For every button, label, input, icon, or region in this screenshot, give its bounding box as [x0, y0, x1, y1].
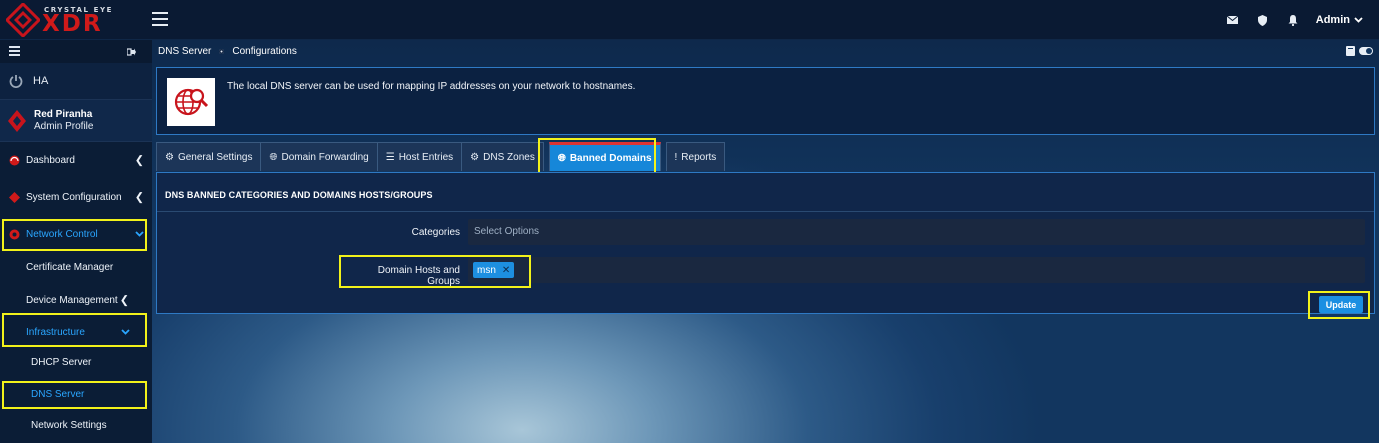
- chevron-left-icon: ❮: [119, 294, 129, 307]
- tab-label: Domain Forwarding: [281, 151, 369, 163]
- chevron-left-icon: ❮: [134, 191, 144, 204]
- top-bar: CRYSTAL EYE XDR Admin: [0, 0, 1379, 40]
- admin-menu[interactable]: Admin: [1316, 14, 1363, 26]
- sidebar-profile[interactable]: Red Piranha Admin Profile: [0, 100, 152, 142]
- highlight-domain-hosts: [339, 255, 531, 288]
- list-icon: ☰: [385, 151, 395, 163]
- info-text: The local DNS server can be used for map…: [227, 81, 636, 92]
- sidebar-ha[interactable]: HA: [0, 63, 152, 100]
- brand-main-text: XDR: [42, 11, 103, 37]
- breadcrumb-dns-server[interactable]: DNS Server: [158, 46, 211, 57]
- power-icon: [9, 75, 23, 88]
- sidebar-item-label: Device Management: [26, 294, 118, 306]
- panel-divider: [157, 211, 1374, 212]
- dashboard-icon: [8, 154, 20, 166]
- domain-hosts-select[interactable]: msn ✕: [468, 257, 1365, 283]
- chevron-left-icon: ❮: [134, 154, 144, 167]
- profile-name: Red Piranha: [34, 108, 93, 120]
- sidebar-item-certificate-manager[interactable]: Certificate Manager: [26, 262, 113, 273]
- sidebar-item-label: System Configuration: [26, 191, 122, 203]
- tab-label: DNS Zones: [483, 151, 535, 163]
- categories-label: Categories: [411, 227, 460, 238]
- breadcrumb-configurations: Configurations: [232, 46, 297, 57]
- info-panel: The local DNS server can be used for map…: [156, 67, 1375, 135]
- crystal-eye-logo[interactable]: CRYSTAL EYE XDR: [4, 1, 146, 39]
- tab-host-entries[interactable]: ☰ Host Entries: [376, 142, 463, 171]
- bell-icon[interactable]: [1278, 11, 1308, 29]
- highlight-dns-server: [2, 381, 147, 409]
- sidebar-header: [0, 40, 152, 63]
- sidebar-item-network-settings[interactable]: Network Settings: [31, 420, 107, 431]
- sidebar-item-dhcp-server[interactable]: DHCP Server: [31, 357, 91, 368]
- envelope-icon[interactable]: [1218, 11, 1248, 29]
- breadcrumb: DNS Server Configurations: [158, 46, 297, 57]
- breadcrumb-separator-icon: [219, 49, 225, 54]
- shield-icon[interactable]: [1248, 11, 1278, 29]
- logo-mark-icon: [4, 1, 42, 39]
- highlight-network-control: [2, 219, 147, 251]
- tab-general-settings[interactable]: ⚙ General Settings: [156, 142, 262, 171]
- toggle-icon[interactable]: [1359, 47, 1373, 55]
- exclamation-icon: !: [674, 151, 678, 163]
- highlight-update-button: [1308, 291, 1370, 319]
- tab-label: General Settings: [177, 151, 253, 163]
- admin-label: Admin: [1315, 14, 1350, 26]
- profile-role: Admin Profile: [34, 120, 94, 132]
- categories-placeholder: Select Options: [474, 226, 540, 237]
- sidebar-item-system-configuration[interactable]: System Configuration ❮: [0, 187, 152, 207]
- banned-domains-panel: DNS BANNED CATEGORIES AND DOMAINS HOSTS/…: [156, 172, 1375, 314]
- panel-title: DNS BANNED CATEGORIES AND DOMAINS HOSTS/…: [165, 190, 433, 200]
- tab-dns-zones[interactable]: ⚙ DNS Zones: [461, 142, 544, 171]
- tab-label: Reports: [681, 151, 717, 163]
- main-content: DNS Server Configurations The local DNS …: [152, 40, 1379, 443]
- tab-label: Host Entries: [398, 151, 454, 163]
- sidebar-item-dashboard[interactable]: Dashboard ❮: [0, 150, 152, 170]
- chevron-down-icon: [1354, 17, 1363, 23]
- tab-reports[interactable]: ! Reports: [665, 142, 726, 171]
- sidebar-item-label: Dashboard: [26, 154, 75, 166]
- globe-icon: 🌐︎: [269, 151, 278, 163]
- cog-icon: ⚙: [470, 151, 480, 163]
- menu-toggle-icon[interactable]: [152, 12, 168, 26]
- top-icons: Admin: [1218, 11, 1363, 29]
- settings-icon: [8, 191, 20, 203]
- book-icon[interactable]: [1346, 46, 1355, 56]
- page-tools: [1346, 46, 1373, 56]
- sidebar-item-device-management[interactable]: Device Management ❮: [0, 293, 152, 307]
- tab-domain-forwarding[interactable]: 🌐︎ Domain Forwarding: [260, 142, 378, 171]
- sidebar-hamburger-icon[interactable]: [9, 45, 20, 58]
- dns-globe-icon: [167, 78, 215, 126]
- red-piranha-logo-icon: [8, 109, 26, 132]
- sidebar: HA Red Piranha Admin Profile Dashboard ❮…: [0, 40, 152, 443]
- categories-select[interactable]: Select Options: [468, 219, 1365, 245]
- ha-label: HA: [33, 75, 49, 87]
- cogs-icon: ⚙: [165, 151, 174, 163]
- highlight-infrastructure: [2, 313, 147, 347]
- logout-icon[interactable]: [127, 47, 136, 56]
